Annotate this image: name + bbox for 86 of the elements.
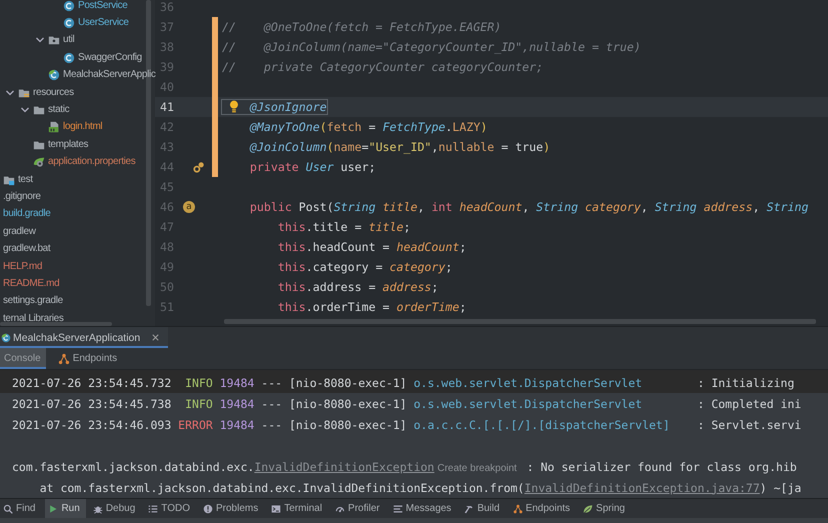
code-line: this.address = address; — [276, 280, 438, 294]
console-tab[interactable]: Console — [0, 348, 46, 369]
tree-item[interactable]: HELP.md — [3, 260, 42, 274]
tree-item[interactable]: settings.gradle — [3, 294, 63, 308]
tree-item[interactable]: templates — [33, 138, 88, 152]
tree-item[interactable]: ternal Libraries — [3, 312, 64, 326]
nodes-icon — [512, 504, 523, 514]
line-number: 41 — [159, 100, 174, 114]
info-icon — [203, 504, 213, 514]
code-line: // private CategoryCounter categoryCounter; — [222, 60, 544, 74]
folder-icon — [33, 138, 45, 151]
console-line: com.fasterxml.jackson.databind.exc.InvalidDefinitionException Create breakpoint : No serializer found for class org.hib — [12, 460, 797, 474]
nodes-icon — [58, 352, 70, 364]
folder-icon — [33, 104, 45, 116]
tool-window-button[interactable]: Terminal — [268, 499, 328, 518]
code-line: @ManyToOne(fetch = FetchType.LAZY) — [248, 120, 488, 134]
console-line: 2021-07-26 23:54:45.738 INFO 19484 --- [nio-8080-exec-1] o.s.web.servlet.DispatcherServlet : Completed ini — [12, 396, 802, 410]
console-line: 2021-07-26 23:54:45.732 INFO 19484 --- [nio-8080-exec-1] o.s.web.servlet.DispatcherServlet : Initializing — [12, 376, 794, 390]
tree-item[interactable]: MealchakServerApplic — [48, 68, 156, 82]
tool-window-button[interactable]: Profiler — [332, 499, 386, 518]
class-icon — [1, 332, 11, 342]
close-icon[interactable] — [151, 333, 160, 342]
bug-icon — [92, 504, 103, 514]
message-icon — [392, 504, 403, 514]
code-line: @JsonIgnore — [222, 100, 327, 114]
tree-item[interactable]: login.html — [48, 120, 102, 134]
tree-item[interactable]: application.properties — [33, 155, 136, 170]
tree-item[interactable]: static — [20, 103, 70, 118]
tool-window-button[interactable]: Spring — [580, 499, 631, 518]
chevron-icon[interactable] — [5, 88, 15, 98]
class-icon — [63, 52, 75, 64]
tree-item[interactable]: test — [3, 172, 33, 187]
tool-window-button[interactable]: Run — [45, 499, 86, 518]
tool-window-button[interactable]: Endpoints — [510, 499, 576, 518]
tool-window-button[interactable]: Find — [0, 499, 42, 518]
class-icon — [48, 69, 60, 82]
tool-window-button[interactable]: Debug — [90, 499, 142, 518]
tree-item[interactable]: .gitignore — [3, 190, 41, 204]
tool-window-button[interactable]: Build — [461, 499, 506, 518]
play-icon — [48, 504, 58, 514]
annotation-badge[interactable]: a — [183, 201, 195, 213]
link-icon[interactable] — [193, 161, 205, 173]
tree-item[interactable]: README.md — [3, 276, 60, 291]
console-line: 2021-07-26 23:54:46.093 ERROR 19484 --- [nio-8080-exec-1] o.a.c.c.C.[.[.[/].[dispatcherServlet] : Servlet.servi — [12, 418, 802, 432]
console-link[interactable]: InvalidDefinitionException.java:77 — [524, 480, 760, 494]
tool-window-button[interactable]: Messages — [390, 499, 458, 518]
code-line: this.category = category; — [276, 260, 452, 274]
tool-window-button[interactable]: Problems — [200, 499, 264, 518]
code-line: this.title = title; — [276, 220, 410, 234]
breakpoint-hint[interactable]: Create breakpoint — [437, 462, 517, 474]
list-icon — [148, 504, 158, 514]
tree-item[interactable]: gradlew — [3, 224, 36, 239]
tree-item[interactable]: resources — [5, 86, 74, 100]
tree-item[interactable]: gradlew.bat — [3, 242, 50, 256]
console-line: at com.fasterxml.jackson.databind.exc.InvalidDefinitionException.from(InvalidDefinitionException.java:77) ~[ja — [38, 480, 802, 494]
hammer-icon — [464, 504, 474, 514]
tree-item[interactable]: SwaggerConfig — [63, 50, 142, 65]
tree-item[interactable]: PostService — [63, 0, 128, 13]
leaf-icon — [583, 504, 594, 514]
code-line: @JoinColumn(name="User_ID",nullable = true) — [248, 140, 550, 154]
code-line: public Post(String title, int headCount, String category, String address, String — [248, 200, 808, 214]
code-line: this.headCount = headCount; — [276, 240, 466, 254]
lightbulb-icon[interactable] — [229, 100, 239, 113]
terminal-icon — [271, 504, 282, 514]
tree-item[interactable]: UserService — [63, 16, 129, 30]
code-line: // @JoinColumn(name="CategoryCounter_ID",nullable = true) — [222, 40, 641, 54]
console-tab[interactable]: Endpoints — [54, 348, 122, 369]
tree-item[interactable]: build.gradle — [3, 207, 51, 222]
code-line: this.orderTime = orderTime; — [276, 300, 466, 314]
change-marker[interactable] — [212, 157, 218, 177]
scrollbar[interactable] — [224, 319, 816, 324]
code-line: // @OneToOne(fetch = FetchType.EAGER) — [222, 20, 502, 34]
folder-icon — [48, 34, 60, 46]
class-icon — [63, 17, 75, 30]
tool-window-button[interactable]: TODO — [145, 499, 196, 518]
class-icon — [63, 0, 75, 12]
code-line: private User user; — [248, 160, 376, 174]
search-icon — [3, 504, 13, 514]
change-marker[interactable] — [212, 17, 218, 37]
tree-item[interactable]: util — [35, 33, 74, 48]
console-link[interactable]: InvalidDefinitionException — [254, 460, 434, 474]
html-file-icon — [48, 121, 60, 134]
run-tab[interactable]: MealchakServerApplication — [0, 327, 168, 348]
leaf-icon — [33, 156, 45, 168]
folder-icon — [18, 86, 30, 99]
folder-icon — [3, 174, 15, 186]
